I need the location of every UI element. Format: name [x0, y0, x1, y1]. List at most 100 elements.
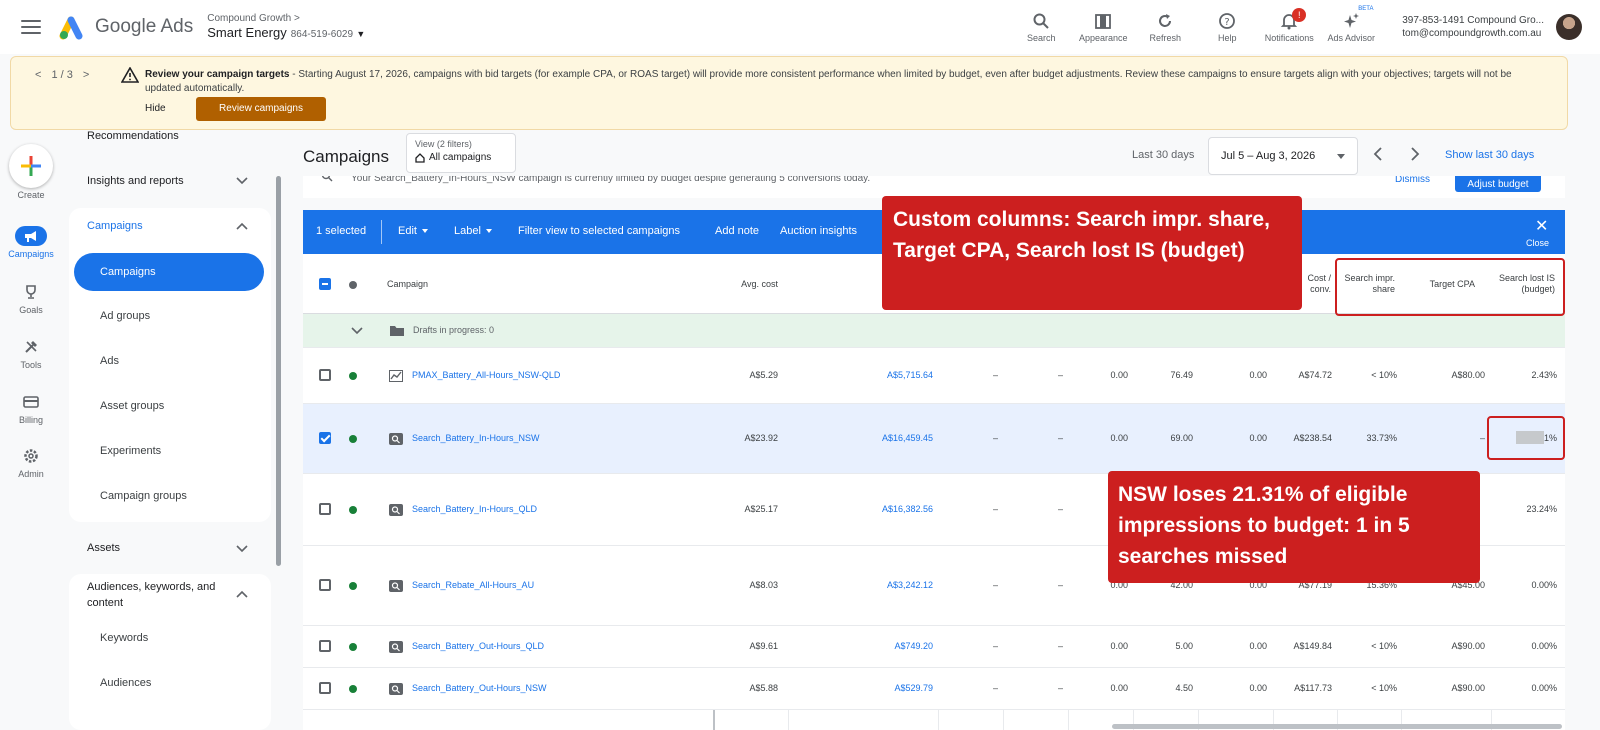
nav-item-asset-groups[interactable]: Asset groups: [100, 400, 164, 412]
row-checkbox[interactable]: [319, 682, 331, 694]
review-campaigns-button[interactable]: Review campaigns: [196, 97, 326, 121]
chevron-up-icon[interactable]: [236, 222, 248, 230]
dismiss-button[interactable]: Dismiss: [1395, 176, 1430, 185]
search-button[interactable]: Search: [1010, 12, 1072, 43]
chevron-left-icon[interactable]: <: [35, 69, 41, 81]
close-label[interactable]: Close: [1526, 238, 1549, 248]
campaign-name-link[interactable]: Search_Battery_Out-Hours_NSW: [412, 683, 547, 693]
google-ads-logo[interactable]: Google Ads: [59, 14, 193, 40]
add-note-button[interactable]: Add note: [715, 225, 759, 237]
cell-cost[interactable]: A$16,382.56: [793, 504, 933, 514]
campaign-name-link[interactable]: Search_Rebate_All-Hours_AU: [412, 580, 534, 590]
appearance-label: Appearance: [1078, 32, 1128, 43]
nav-item-campaign-groups[interactable]: Campaign groups: [100, 490, 187, 502]
row-checkbox[interactable]: [319, 640, 331, 652]
status-enabled-icon[interactable]: [349, 582, 357, 590]
nav-assets[interactable]: Assets: [87, 542, 120, 554]
appearance-icon: [1095, 13, 1112, 29]
label-menu[interactable]: Label: [454, 225, 492, 237]
nav-audiences-section[interactable]: Audiences, keywords, and content: [87, 579, 237, 611]
cell-cost[interactable]: A$16,459.45: [793, 433, 933, 443]
row-checkbox[interactable]: [319, 503, 331, 515]
status-enabled-icon[interactable]: [349, 685, 357, 693]
avatar[interactable]: [1556, 14, 1582, 40]
table-row[interactable]: Search_Battery_In-Hours_NSW A$23.92 A$16,4…: [303, 404, 1565, 474]
date-range-label: Last 30 days: [1132, 149, 1195, 161]
adjust-budget-button[interactable]: Adjust budget: [1455, 176, 1541, 192]
auction-insights-button[interactable]: Auction insights: [780, 225, 857, 237]
nav-item-campaigns[interactable]: Campaigns: [74, 253, 264, 291]
table-horizontal-scrollbar[interactable]: [1112, 724, 1562, 729]
rail-item-admin[interactable]: Admin: [0, 446, 62, 479]
nav-item-ads[interactable]: Ads: [100, 355, 119, 367]
user-account-info[interactable]: 397-853-1491 Compound Gro... tom@compoun…: [1402, 14, 1544, 40]
cell-c4: –: [1057, 433, 1063, 443]
row-checkbox[interactable]: [319, 579, 331, 591]
close-icon[interactable]: ✕: [1535, 216, 1548, 236]
status-enabled-icon[interactable]: [349, 372, 357, 380]
rail-item-billing[interactable]: Billing: [0, 392, 62, 425]
status-enabled-icon[interactable]: [349, 435, 357, 443]
chevron-down-icon[interactable]: [236, 545, 248, 553]
help-button[interactable]: ? Help: [1196, 12, 1258, 43]
filter-view-button[interactable]: Filter view to selected campaigns: [518, 225, 680, 237]
cell-cost[interactable]: A$529.79: [793, 683, 933, 693]
appearance-button[interactable]: Appearance: [1072, 12, 1134, 43]
column-header-avg-cost[interactable]: Avg. cost: [723, 279, 778, 290]
status-enabled-icon[interactable]: [349, 643, 357, 651]
show-last-30-days-link[interactable]: Show last 30 days: [1445, 149, 1534, 161]
chevron-right-icon: >: [293, 12, 300, 24]
rail-item-tools[interactable]: Tools: [0, 337, 62, 370]
nav-campaigns-section[interactable]: Campaigns: [87, 220, 143, 232]
column-header-campaign[interactable]: Campaign: [387, 279, 428, 290]
drafts-row[interactable]: Drafts in progress: 0: [303, 314, 1565, 348]
row-checkbox[interactable]: [319, 432, 331, 444]
status-enabled-icon[interactable]: [349, 506, 357, 514]
menu-icon[interactable]: [21, 20, 41, 34]
hide-button[interactable]: Hide: [145, 103, 166, 114]
campaign-name-link[interactable]: Search_Battery_In-Hours_QLD: [412, 504, 537, 514]
nav-item-experiments[interactable]: Experiments: [100, 445, 161, 457]
chevron-up-icon[interactable]: [236, 590, 248, 598]
nav-item-keywords[interactable]: Keywords: [100, 632, 148, 644]
cell-target-cpa: –: [1479, 433, 1485, 443]
chevron-right-icon[interactable]: [1410, 147, 1420, 161]
campaign-name-link[interactable]: Search_Battery_Out-Hours_QLD: [412, 641, 544, 651]
selected-count: 1 selected: [316, 225, 367, 237]
ads-advisor-button[interactable]: BETA Ads Advisor: [1320, 6, 1382, 43]
rail-item-campaigns[interactable]: Campaigns: [0, 226, 62, 259]
campaign-name-link[interactable]: Search_Battery_In-Hours_NSW: [412, 433, 540, 443]
date-range-picker[interactable]: Jul 5 – Aug 3, 2026: [1208, 137, 1358, 175]
nav-recommendations[interactable]: Recommendations: [87, 130, 179, 142]
row-checkbox[interactable]: [319, 369, 331, 381]
help-icon: ?: [1219, 12, 1236, 29]
cell-cost[interactable]: A$3,242.12: [793, 580, 933, 590]
table-row[interactable]: Search_Battery_Out-Hours_NSW A$5.88 A$529.…: [303, 668, 1565, 710]
chevron-right-icon[interactable]: >: [83, 69, 89, 81]
create-button[interactable]: [9, 144, 53, 188]
cell-cost[interactable]: A$749.20: [793, 641, 933, 651]
rail-label: Admin: [18, 469, 44, 479]
view-selector[interactable]: View (2 filters) All campaigns: [406, 133, 516, 173]
chevron-left-icon[interactable]: [1373, 147, 1383, 161]
nav-item-ad-groups[interactable]: Ad groups: [100, 310, 150, 322]
table-row[interactable]: PMAX_Battery_All-Hours_NSW-QLD A$5.29 A$5,…: [303, 348, 1565, 404]
refresh-button[interactable]: Refresh: [1134, 12, 1196, 43]
chevron-down-icon[interactable]: [236, 177, 248, 185]
account-switcher[interactable]: Compound Growth > Smart Energy 864-519-60…: [207, 13, 365, 42]
campaign-name-link[interactable]: PMAX_Battery_All-Hours_NSW-QLD: [412, 370, 560, 380]
nav-scrollbar[interactable]: [276, 176, 281, 566]
nav-insights-and-reports[interactable]: Insights and reports: [87, 175, 184, 187]
notification-badge: !: [1292, 7, 1307, 22]
select-all-checkbox[interactable]: [319, 278, 331, 290]
account-name: Smart Energy: [207, 25, 287, 40]
edit-menu[interactable]: Edit: [398, 225, 428, 237]
rail-item-goals[interactable]: Goals: [0, 282, 62, 315]
cell-target-cpa: A$80.00: [1451, 370, 1485, 380]
cell-impr-share: < 10%: [1371, 641, 1397, 651]
cell-lost-is: 0.00%: [1531, 580, 1557, 590]
notifications-button[interactable]: ! Notifications: [1258, 7, 1320, 43]
cell-cost[interactable]: A$5,715.64: [793, 370, 933, 380]
nav-item-audiences[interactable]: Audiences: [100, 677, 151, 689]
table-row[interactable]: Search_Battery_Out-Hours_QLD A$9.61 A$749.…: [303, 626, 1565, 668]
